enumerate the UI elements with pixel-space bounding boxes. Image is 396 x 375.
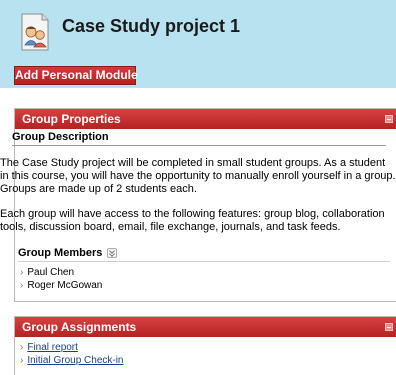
assignment-link[interactable]: Final report (27, 341, 78, 354)
chevron-right-icon: › (20, 355, 24, 366)
group-description-text: The Case Study project will be completed… (0, 157, 396, 195)
assignment-link[interactable]: Initial Group Check-in (27, 354, 123, 367)
chevron-right-icon: › (20, 280, 24, 291)
expand-chevron-icon[interactable] (107, 248, 118, 258)
list-item: › Paul Chen (20, 266, 102, 279)
member-name: Paul Chen (27, 267, 75, 278)
group-description-heading: Group Description (12, 131, 386, 146)
group-assignments-header: Group Assignments (15, 317, 396, 337)
chevron-right-icon: › (20, 267, 24, 278)
group-members-label: Group Members (18, 247, 103, 259)
page-title: Case Study project 1 (62, 16, 241, 36)
list-item[interactable]: › Final report (20, 341, 124, 354)
assignment-list: › Final report › Initial Group Check-in (20, 341, 124, 367)
add-personal-module-button[interactable]: Add Personal Module (14, 66, 138, 85)
collapse-icon[interactable] (385, 323, 393, 331)
chevron-right-icon: › (20, 342, 24, 353)
group-members-heading: Group Members (18, 247, 390, 262)
member-list: › Paul Chen › Roger McGowan (20, 266, 102, 292)
group-features-text: Each group will have access to the follo… (0, 208, 385, 233)
group-properties-header: Group Properties (15, 109, 396, 129)
member-name: Roger McGowan (27, 280, 103, 291)
group-people-icon (18, 12, 52, 52)
list-item[interactable]: › Initial Group Check-in (20, 354, 124, 367)
group-assignments-title: Group Assignments (22, 320, 137, 334)
collapse-icon[interactable] (385, 115, 393, 123)
group-properties-title: Group Properties (22, 112, 121, 126)
list-item: › Roger McGowan (20, 279, 102, 292)
